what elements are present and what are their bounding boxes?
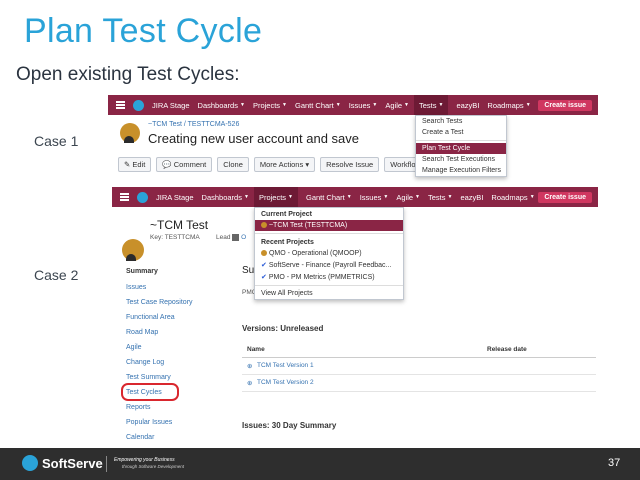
menu-search-tests[interactable]: Search Tests [416, 116, 506, 127]
project-key: Key: TESTTCMA [150, 234, 200, 241]
table-row[interactable]: ⊕ TCM Test Version 1 [242, 358, 596, 375]
current-project-header: Current Project [261, 211, 312, 218]
jira-navbar: JIRA Stage Dashboards ▼ Projects ▼ Gantt C… [108, 95, 598, 115]
tests-dropdown-menu: Search Tests Create a Test Plan Test Cyc… [415, 115, 507, 177]
menu-recent-project-pmo[interactable]: ✔ PMO - PM Metrics (PMMETRICS) [255, 271, 403, 283]
menu-search-test-executions[interactable]: Search Test Executions [416, 154, 506, 165]
nav-brand[interactable]: JIRA Stage [152, 101, 190, 110]
footer-brand: SoftServe [42, 456, 103, 471]
version-icon: ⊕ [247, 380, 253, 387]
nav-eazybi[interactable]: eazyBI [460, 193, 483, 202]
menu-recent-project-qmo[interactable]: QMO - Operational (QMOOP) [255, 248, 403, 259]
footer-tagline-2: through Software Development [122, 464, 185, 469]
create-issue-button[interactable]: Create issue [538, 99, 592, 111]
footer-divider [106, 456, 107, 472]
versions-title: Versions: Unreleased [242, 324, 324, 333]
nav-issues[interactable]: Issues ▼ [360, 193, 389, 202]
issues-summary-title: Issues: 30 Day Summary [242, 421, 337, 430]
nav-issues[interactable]: Issues ▼ [349, 101, 378, 110]
projects-dropdown-menu: Current Project ~TCM Test (TESTTCMA) Rec… [254, 207, 404, 300]
recent-projects-header: Recent Projects [261, 239, 314, 246]
nav-projects[interactable]: Projects ▼ [253, 101, 287, 110]
sidebar-item-reports[interactable]: Reports [126, 400, 193, 415]
sidebar-item-issues[interactable]: Issues [126, 280, 193, 295]
case-2-screenshot: JIRA Stage Dashboards ▼ Projects ▼ Gantt C… [112, 187, 598, 439]
menu-current-project[interactable]: ~TCM Test (TESTTCMA) [255, 220, 403, 231]
versions-table-header: Name Release date [242, 344, 596, 358]
nav-roadmaps[interactable]: Roadmaps ▼ [487, 101, 530, 110]
jira-navbar-2: JIRA Stage Dashboards ▼ Projects ▼ Gantt C… [112, 187, 598, 207]
sidebar-item-road-map[interactable]: Road Map [126, 325, 193, 340]
project-sidebar: Summary Issues Test Case Repository Func… [126, 264, 193, 439]
nav-projects[interactable]: Projects ▼ [253, 187, 298, 207]
menu-icon[interactable] [120, 193, 129, 201]
issue-title: Creating new user account and save [148, 131, 360, 146]
softserve-logo-icon [22, 455, 38, 471]
resolve-issue-button[interactable]: Resolve Issue [320, 157, 380, 172]
slide-subtitle: Open existing Test Cycles: [16, 64, 240, 85]
menu-create-test[interactable]: Create a Test [416, 127, 506, 138]
case-1-label: Case 1 [34, 133, 79, 149]
nav-gantt-chart[interactable]: Gantt Chart ▼ [306, 193, 352, 202]
project-icon [261, 222, 267, 229]
version-icon: ⊕ [247, 363, 253, 370]
jira-logo-icon[interactable] [133, 99, 144, 111]
nav-agile[interactable]: Agile ▼ [396, 193, 420, 202]
nav-eazybi[interactable]: eazyBI [456, 101, 479, 110]
nav-tests[interactable]: Tests ▼ [414, 95, 449, 115]
lead-avatar-icon [232, 234, 240, 241]
sidebar-item-popular-issues[interactable]: Popular Issues [126, 415, 193, 430]
nav-gantt-chart[interactable]: Gantt Chart ▼ [295, 101, 341, 110]
project-icon [261, 250, 267, 257]
case-2-label: Case 2 [34, 267, 79, 283]
slide-footer: SoftServe Empowering your Business throu… [0, 448, 640, 480]
project-avatar [120, 123, 140, 143]
project-avatar [122, 239, 144, 261]
version-link: TCM Test Version 2 [257, 379, 314, 386]
nav-roadmaps[interactable]: Roadmaps ▼ [491, 193, 534, 202]
page-number: 37 [608, 457, 621, 469]
menu-view-all-projects[interactable]: View All Projects [255, 288, 403, 299]
table-row[interactable]: ⊕ TCM Test Version 2 [242, 375, 596, 392]
comment-button[interactable]: 💬 Comment [156, 157, 213, 172]
issue-toolbar: ✎ Edit 💬 Comment Clone More Actions ▾ Re… [118, 157, 433, 172]
sidebar-item-agile[interactable]: Agile [126, 340, 193, 355]
sidebar-item-calendar[interactable]: Calendar [126, 430, 193, 439]
version-link: TCM Test Version 1 [257, 362, 314, 369]
project-name: ~TCM Test [150, 218, 209, 232]
col-release-date: Release date [487, 346, 527, 353]
project-icon: ✔ [261, 274, 267, 281]
slide-title: Plan Test Cycle [24, 12, 263, 50]
nav-dashboards[interactable]: Dashboards ▼ [198, 101, 245, 110]
col-name: Name [247, 346, 265, 353]
more-actions-button[interactable]: More Actions ▾ [253, 157, 316, 172]
test-cycles-highlight [121, 383, 179, 401]
project-icon: ✔ [261, 262, 267, 269]
edit-button[interactable]: ✎ Edit [118, 157, 152, 172]
sidebar-item-functional-area[interactable]: Functional Area [126, 310, 193, 325]
jira-logo-icon[interactable] [137, 191, 148, 203]
menu-recent-project-softserve-finance[interactable]: ✔ SoftServe - Finance (Payroll Feedbac..… [255, 259, 403, 271]
project-lead: Lead O [216, 234, 247, 242]
nav-dashboards[interactable]: Dashboards ▼ [202, 193, 249, 202]
clone-button[interactable]: Clone [217, 157, 249, 172]
nav-tests[interactable]: Tests ▼ [428, 193, 452, 202]
sidebar-item-change-log[interactable]: Change Log [126, 355, 193, 370]
create-issue-button[interactable]: Create issue [538, 191, 592, 203]
case-1-screenshot: JIRA Stage Dashboards ▼ Projects ▼ Gantt C… [108, 95, 598, 183]
sidebar-summary[interactable]: Summary [126, 264, 193, 280]
nav-agile[interactable]: Agile ▼ [385, 101, 409, 110]
breadcrumb[interactable]: ~TCM Test / TESTTCMA-526 [148, 121, 239, 128]
menu-manage-execution-filters[interactable]: Manage Execution Filters [416, 165, 506, 176]
sidebar-item-test-case-repository[interactable]: Test Case Repository [126, 295, 193, 310]
menu-icon[interactable] [116, 101, 125, 109]
menu-plan-test-cycle[interactable]: Plan Test Cycle [416, 143, 506, 154]
nav-brand[interactable]: JIRA Stage [156, 193, 194, 202]
summary-heading: Su [242, 265, 255, 276]
footer-tagline-1: Empowering your Business [114, 457, 175, 463]
